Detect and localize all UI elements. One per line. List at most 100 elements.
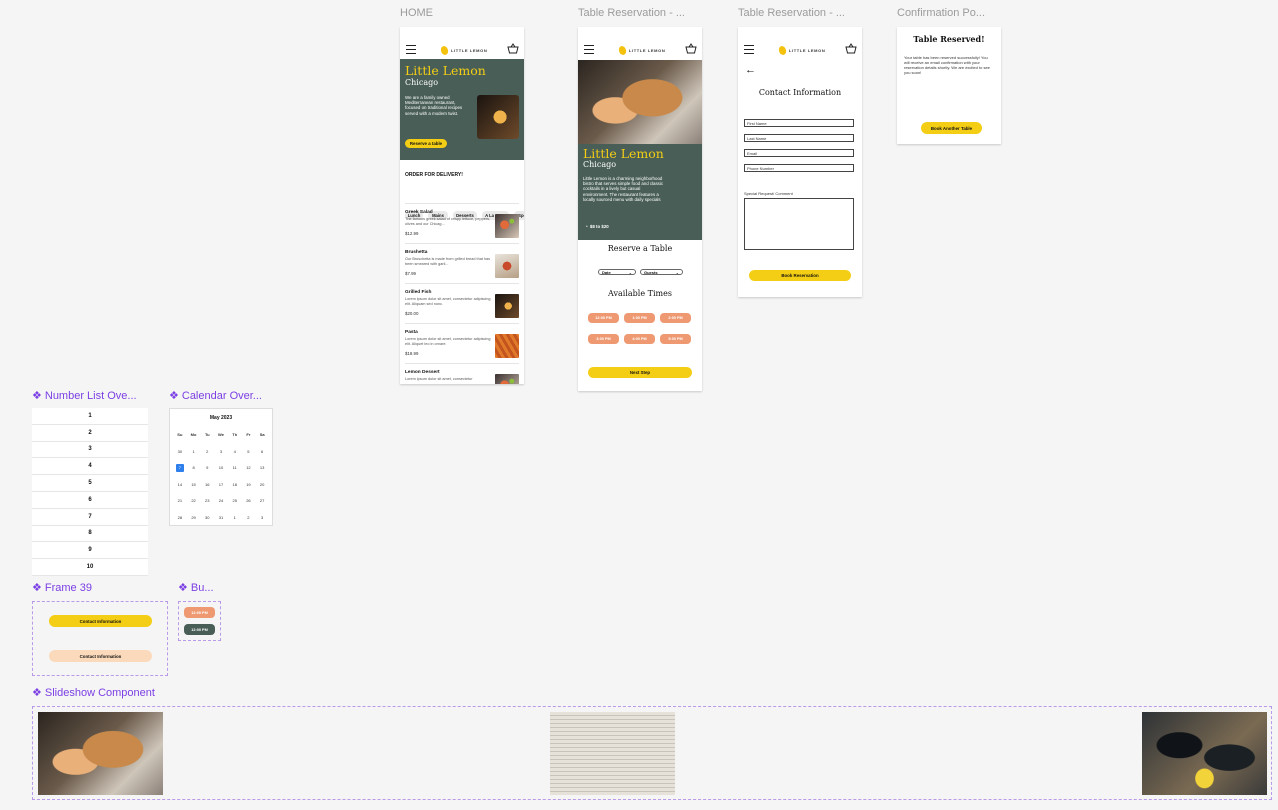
time-slot[interactable]: 3:00 PM <box>588 334 619 344</box>
basket-icon[interactable] <box>507 42 519 54</box>
calendar-day[interactable]: 15 <box>187 481 201 489</box>
calendar-day[interactable]: 11 <box>228 464 242 472</box>
reserve-table-button[interactable]: Reserve a table <box>405 139 447 148</box>
calendar-day[interactable]: 24 <box>214 497 228 505</box>
number-list-item[interactable]: 4 <box>32 458 148 476</box>
back-arrow-icon[interactable]: ← <box>745 64 756 76</box>
slide-image[interactable] <box>1142 712 1267 795</box>
calendar-day[interactable]: 17 <box>214 481 228 489</box>
calendar-day[interactable]: 26 <box>242 497 256 505</box>
component-label-text: Frame 39 <box>44 582 92 594</box>
date-dropdown[interactable]: Date ⌄ <box>598 269 636 275</box>
email-field[interactable]: Email <box>744 149 854 157</box>
calendar-day[interactable]: 14 <box>173 481 187 489</box>
phone-field[interactable]: Phone Number <box>744 164 854 172</box>
calendar-day[interactable]: 22 <box>187 497 201 505</box>
book-another-button[interactable]: Book Another Table <box>921 122 982 134</box>
calendar-day[interactable]: 30 <box>173 448 187 456</box>
time-slot[interactable]: 5:00 PM <box>660 334 691 344</box>
menu-item[interactable]: Brushetta Our Bruschetta is made from gr… <box>405 243 519 284</box>
component-label-calendar[interactable]: ❖ Calendar Over... <box>169 389 262 402</box>
home-frame[interactable]: LITTLE LEMON Little Lemon Chicago We are… <box>400 27 524 384</box>
time-button-selected[interactable]: 12:00 PM <box>184 624 215 635</box>
time-slot[interactable]: 4:00 PM <box>624 334 655 344</box>
calendar-day[interactable]: 21 <box>173 497 187 505</box>
hero-title: Little Lemon <box>583 146 664 161</box>
calendar-day[interactable]: 9 <box>200 464 214 472</box>
number-list-item[interactable]: 3 <box>32 441 148 459</box>
time-slot[interactable]: 2:00 PM <box>660 313 691 323</box>
calendar-day[interactable]: 28 <box>173 514 187 522</box>
confirmation-frame[interactable]: Table Reserved! Your table has been rese… <box>897 27 1001 144</box>
calendar-day[interactable]: 3 <box>214 448 228 456</box>
restaurant-photo <box>578 60 702 144</box>
calendar-day[interactable]: 3 <box>255 514 269 522</box>
menu-item[interactable]: Greek Salad The famous greek salad of cr… <box>405 203 519 244</box>
number-list-item[interactable]: 10 <box>32 559 148 576</box>
basket-icon[interactable] <box>845 42 857 54</box>
calendar-day[interactable]: 31 <box>214 514 228 522</box>
book-reservation-button[interactable]: Book Reservation <box>749 270 851 281</box>
component-label-button[interactable]: ❖ Bu... <box>178 581 214 594</box>
calendar-day[interactable]: 7 <box>175 464 184 473</box>
calendar-day[interactable]: 6 <box>255 448 269 456</box>
frame-label-home[interactable]: HOME <box>400 7 433 19</box>
calendar-day[interactable]: 30 <box>200 514 214 522</box>
slide-image[interactable] <box>38 712 163 795</box>
contact-frame[interactable]: LITTLE LEMON ← Contact Information First… <box>738 27 862 297</box>
contact-info-button-primary[interactable]: Contact Information <box>49 615 152 627</box>
calendar-day[interactable]: 16 <box>200 481 214 489</box>
menu-item[interactable]: Lemon Dessert Lorem ipsum dolor sit amet… <box>405 363 519 384</box>
special-request-textarea[interactable] <box>744 198 854 250</box>
next-step-button[interactable]: Next Step <box>588 367 692 378</box>
first-name-field[interactable]: First Name <box>744 119 854 127</box>
calendar-day[interactable]: 20 <box>255 481 269 489</box>
contact-info-button-secondary[interactable]: Contact Information <box>49 650 152 662</box>
menu-item-name: Brushetta <box>405 250 428 255</box>
calendar-day[interactable]: 13 <box>255 464 269 472</box>
number-list-item[interactable]: 9 <box>32 542 148 560</box>
calendar-day[interactable]: 2 <box>242 514 256 522</box>
number-list-item[interactable]: 5 <box>32 475 148 492</box>
hamburger-icon[interactable] <box>584 45 594 54</box>
reservation-frame[interactable]: LITTLE LEMON Little Lemon Chicago Little… <box>578 27 702 391</box>
component-label-slideshow[interactable]: ❖ Slideshow Component <box>32 686 155 699</box>
time-slot[interactable]: 12:00 PM <box>588 313 619 323</box>
time-button-default[interactable]: 12:00 PM <box>184 607 215 618</box>
calendar-day[interactable]: 1 <box>228 514 242 522</box>
frame-label-reservation-2[interactable]: Table Reservation - ... <box>738 7 845 19</box>
component-label-number-list[interactable]: ❖ Number List Ove... <box>32 389 137 402</box>
calendar-day[interactable]: 19 <box>242 481 256 489</box>
menu-item-image <box>495 334 519 358</box>
calendar-day[interactable]: 2 <box>200 448 214 456</box>
number-list-item[interactable]: 8 <box>32 525 148 543</box>
calendar-day[interactable]: 25 <box>228 497 242 505</box>
component-label-frame39[interactable]: ❖ Frame 39 <box>32 581 92 594</box>
time-slot[interactable]: 1:00 PM <box>624 313 655 323</box>
menu-item[interactable]: Grilled Fish Lorem ipsum dolor sit amet,… <box>405 283 519 324</box>
last-name-field[interactable]: Last Name <box>744 134 854 142</box>
calendar-day[interactable]: 27 <box>255 497 269 505</box>
menu-item[interactable]: Pasta Lorem ipsum dolor sit amet, consec… <box>405 323 519 364</box>
hamburger-icon[interactable] <box>744 45 754 54</box>
calendar-day[interactable]: 12 <box>242 464 256 472</box>
hamburger-icon[interactable] <box>406 45 416 54</box>
delivery-heading: ORDER FOR DELIVERY! <box>405 172 463 178</box>
calendar-day[interactable]: 23 <box>200 497 214 505</box>
calendar-day[interactable]: 4 <box>228 448 242 456</box>
frame-label-reservation-1[interactable]: Table Reservation - ... <box>578 7 685 19</box>
slide-image[interactable] <box>550 712 675 795</box>
calendar-day[interactable]: 29 <box>187 514 201 522</box>
calendar-day[interactable]: 18 <box>228 481 242 489</box>
calendar-day[interactable]: 5 <box>242 448 256 456</box>
basket-icon[interactable] <box>685 42 697 54</box>
guests-dropdown[interactable]: Guests ⌄ <box>640 269 683 275</box>
calendar-day[interactable]: 10 <box>214 464 228 472</box>
calendar-day[interactable]: 1 <box>187 448 201 456</box>
calendar-day[interactable]: 8 <box>187 464 201 472</box>
frame-label-confirmation[interactable]: Confirmation Po... <box>897 7 985 19</box>
number-list-item[interactable]: 6 <box>32 491 148 509</box>
number-list-item[interactable]: 2 <box>32 424 148 442</box>
number-list-item[interactable]: 1 <box>32 408 148 425</box>
number-list-item[interactable]: 7 <box>32 508 148 526</box>
